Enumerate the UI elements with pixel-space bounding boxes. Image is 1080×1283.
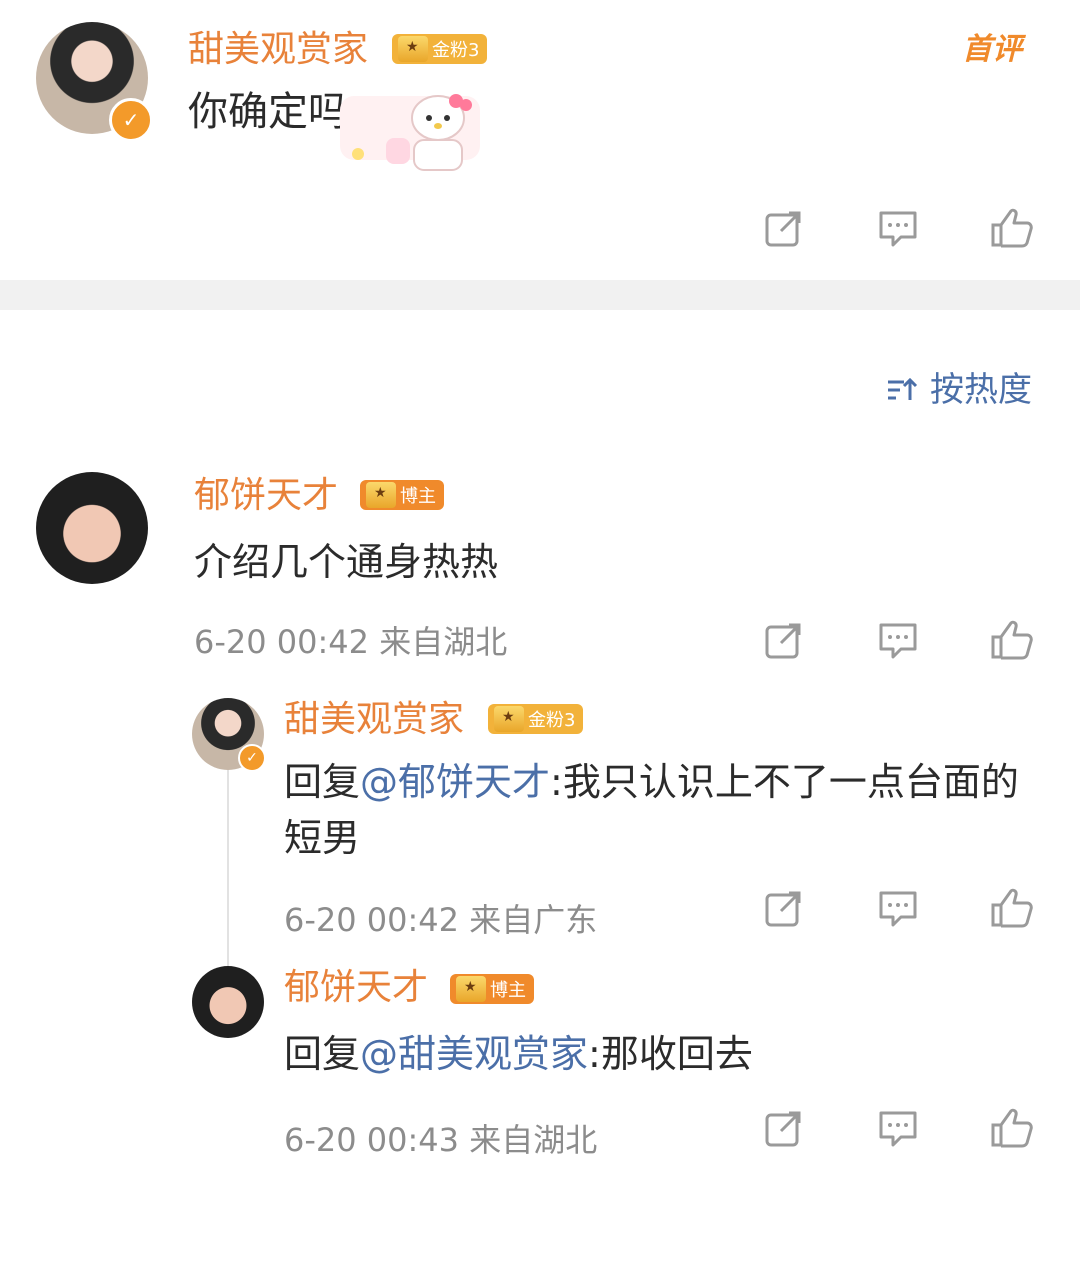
like-icon <box>991 1108 1033 1148</box>
crown-icon <box>366 482 396 508</box>
reply-2-like-button[interactable] <box>984 1100 1040 1156</box>
comment-1-share-button[interactable] <box>756 612 812 668</box>
reply-1-comment-button[interactable] <box>870 880 926 936</box>
reply-2-meta: 6-20 00:43 来自湖北 <box>284 1121 598 1159</box>
reply-2-username[interactable]: 郁饼天才 <box>284 966 428 1010</box>
share-icon <box>765 1111 801 1147</box>
creator-badge: 博主 <box>450 974 534 1004</box>
comment-icon <box>879 211 917 247</box>
sort-icon <box>888 377 918 400</box>
share-button[interactable] <box>756 200 812 256</box>
fan-badge: 金粉3 <box>488 704 584 734</box>
badge-text: 金粉3 <box>432 40 480 61</box>
reply-body: :那收回去 <box>588 1032 753 1076</box>
like-icon <box>991 208 1033 248</box>
creator-badge: 博主 <box>360 480 444 510</box>
thread-connector <box>227 760 229 975</box>
crown-icon <box>398 36 428 62</box>
reply-2-comment-button[interactable] <box>870 1100 926 1156</box>
share-icon <box>765 211 801 247</box>
comment-1-like-button[interactable] <box>984 612 1040 668</box>
badge-text: 博主 <box>490 980 526 1001</box>
share-icon <box>765 891 801 927</box>
comment-icon <box>879 1111 917 1147</box>
reply-1-share-button[interactable] <box>756 880 812 936</box>
avatar-comment-1[interactable] <box>36 472 148 584</box>
sort-toggle[interactable]: 按热度 <box>884 368 1032 412</box>
verified-icon: ✓ <box>238 744 266 772</box>
reply-mention[interactable]: @郁饼天才 <box>360 760 550 804</box>
top-comment-text: 你确定吗 <box>188 89 348 135</box>
reply-prefix: 回复 <box>284 760 361 804</box>
reply-2-text: 回复@甜美观赏家:那收回去 <box>284 1026 1044 1082</box>
comment-1-meta: 6-20 00:42 来自湖北 <box>194 623 508 661</box>
comment-button[interactable] <box>870 200 926 256</box>
like-icon <box>991 620 1033 660</box>
reply-1-meta: 6-20 00:42 来自广东 <box>284 901 598 939</box>
first-comment-tag: 首评 <box>962 32 1022 67</box>
like-icon <box>991 888 1033 928</box>
crown-icon <box>494 706 524 732</box>
reply-1-username[interactable]: 甜美观赏家 <box>284 698 464 742</box>
share-icon <box>765 623 801 659</box>
reply-1-text: 回复@郁饼天才:我只认识上不了一点台面的短男 <box>284 754 1044 866</box>
crown-icon <box>456 976 486 1002</box>
reply-1-like-button[interactable] <box>984 880 1040 936</box>
comment-1-username[interactable]: 郁饼天才 <box>194 474 338 518</box>
top-username[interactable]: 甜美观赏家 <box>188 28 368 72</box>
verified-icon: ✓ <box>109 98 153 142</box>
comment-icon <box>879 891 917 927</box>
badge-text: 博主 <box>400 486 436 507</box>
avatar-reply-2[interactable] <box>192 966 264 1038</box>
fan-badge: 金粉3 <box>392 34 488 64</box>
comment-1-text: 介绍几个通身热热 <box>194 540 499 584</box>
section-separator <box>0 280 1080 310</box>
sticker-image <box>340 94 480 171</box>
like-button[interactable] <box>984 200 1040 256</box>
comment-1-comment-button[interactable] <box>870 612 926 668</box>
sort-label: 按热度 <box>930 370 1032 410</box>
reply-2-share-button[interactable] <box>756 1100 812 1156</box>
reply-mention[interactable]: @甜美观赏家 <box>360 1032 588 1076</box>
badge-text: 金粉3 <box>528 710 576 731</box>
comment-icon <box>879 623 917 659</box>
reply-prefix: 回复 <box>284 1032 361 1076</box>
